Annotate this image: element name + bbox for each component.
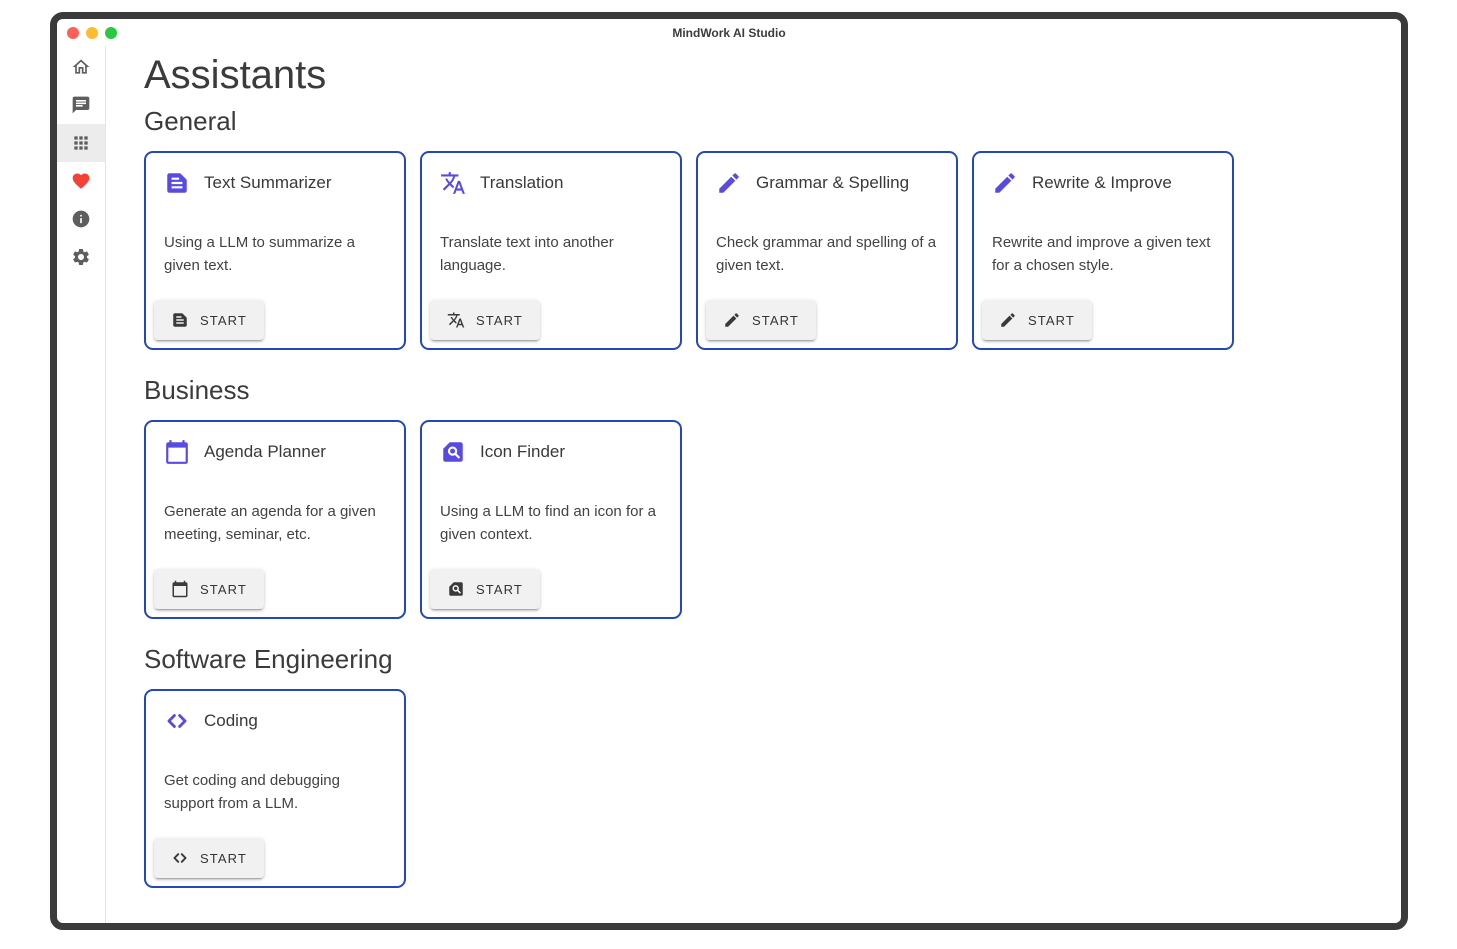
card-text-summarizer: Text Summarizer Using a LLM to summarize… [144,151,406,350]
card-rewrite-improve: Rewrite & Improve Rewrite and improve a … [972,151,1234,350]
card-description: Using a LLM to find an icon for a given … [422,501,680,561]
translate-icon [447,311,465,329]
sidebar-item-about[interactable] [57,200,105,238]
icon-search-icon [440,439,466,465]
start-button-translation[interactable]: START [430,300,540,340]
edit-pencil-icon [723,311,741,329]
calendar-icon [171,580,189,598]
cards-row-general: Text Summarizer Using a LLM to summarize… [144,151,1381,350]
start-button-label: START [200,851,247,866]
chat-icon [71,95,91,115]
sidebar-item-chat[interactable] [57,86,105,124]
start-button-agenda-planner[interactable]: START [154,569,264,609]
card-coding: Coding Get coding and debugging support … [144,689,406,888]
card-title: Text Summarizer [204,173,332,193]
traffic-lights [57,27,117,39]
home-icon [71,57,91,77]
card-description: Get coding and debugging support from a … [146,770,404,830]
app-window: MindWork AI Studio Assistants [50,12,1408,930]
start-button-label: START [1028,313,1075,328]
section-title-business: Business [144,375,1381,406]
sidebar-item-home[interactable] [57,48,105,86]
card-description: Generate an agenda for a given meeting, … [146,501,404,561]
sidebar-item-favorites[interactable] [57,162,105,200]
start-button-coding[interactable]: START [154,838,264,878]
card-title: Rewrite & Improve [1032,173,1172,193]
section-title-general: General [144,106,1381,137]
section-title-software-engineering: Software Engineering [144,644,1381,675]
start-button-label: START [476,582,523,597]
close-button[interactable] [67,27,79,39]
heart-icon [71,171,91,191]
translate-icon [440,170,466,196]
start-button-icon-finder[interactable]: START [430,569,540,609]
main-content: Assistants General Text Summarizer Using… [106,46,1401,923]
card-description: Using a LLM to summarize a given text. [146,232,404,292]
card-grammar-spelling: Grammar & Spelling Check grammar and spe… [696,151,958,350]
start-button-label: START [200,313,247,328]
sidebar-item-assistants[interactable] [57,124,105,162]
zoom-button[interactable] [105,27,117,39]
start-button-label: START [476,313,523,328]
titlebar: MindWork AI Studio [57,19,1401,46]
card-agenda-planner: Agenda Planner Generate an agenda for a … [144,420,406,619]
apps-grid-icon [71,133,91,153]
edit-pencil-icon [716,170,742,196]
card-description: Check grammar and spelling of a given te… [698,232,956,292]
card-description: Rewrite and improve a given text for a c… [974,232,1232,292]
minimize-button[interactable] [86,27,98,39]
start-button-label: START [200,582,247,597]
icon-search-icon [447,580,465,598]
start-button-label: START [752,313,799,328]
gear-icon [71,247,91,267]
edit-pencil-icon [999,311,1017,329]
start-button-text-summarizer[interactable]: START [154,300,264,340]
start-button-rewrite-improve[interactable]: START [982,300,1092,340]
sidebar-item-settings[interactable] [57,238,105,276]
window-title: MindWork AI Studio [57,26,1401,40]
code-icon [164,708,190,734]
sidebar [57,46,106,923]
card-title: Coding [204,711,258,731]
card-title: Icon Finder [480,442,565,462]
edit-pencil-icon [992,170,1018,196]
code-icon [171,849,189,867]
calendar-icon [164,439,190,465]
card-title: Agenda Planner [204,442,326,462]
page-title: Assistants [144,53,1381,98]
cards-row-software-engineering: Coding Get coding and debugging support … [144,689,1381,888]
card-description: Translate text into another language. [422,232,680,292]
text-snippet-icon [164,170,190,196]
card-title: Grammar & Spelling [756,173,909,193]
card-icon-finder: Icon Finder Using a LLM to find an icon … [420,420,682,619]
text-snippet-icon [171,311,189,329]
cards-row-business: Agenda Planner Generate an agenda for a … [144,420,1381,619]
card-translation: Translation Translate text into another … [420,151,682,350]
info-icon [71,209,91,229]
start-button-grammar-spelling[interactable]: START [706,300,816,340]
card-title: Translation [480,173,563,193]
